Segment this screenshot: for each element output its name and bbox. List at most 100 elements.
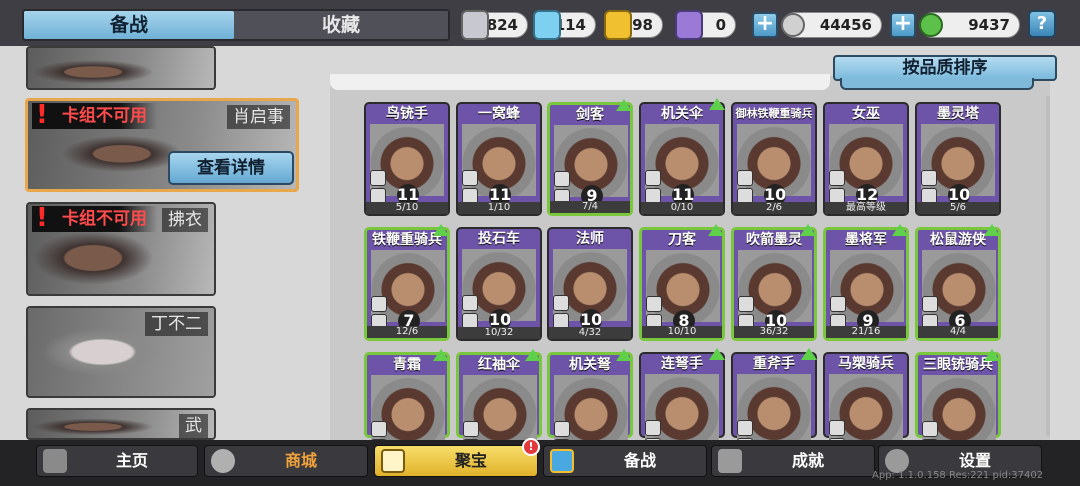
unit-progress: 5/10 [366, 202, 448, 214]
silver-coin-icon [781, 13, 805, 37]
unit-card[interactable]: 投石车 10 10/32 [456, 227, 542, 341]
upgrade-arrow-icon [525, 349, 541, 361]
hero-name: 拂衣 [162, 208, 208, 232]
hero-portrait [28, 48, 214, 88]
unit-type-icon [463, 421, 479, 437]
resource-silver-coin: 44456 [781, 12, 882, 38]
unit-progress: 12/6 [367, 326, 447, 338]
tab-prepare[interactable]: 备战 [24, 11, 234, 39]
upgrade-arrow-icon [708, 224, 724, 236]
upgrade-arrow-icon [709, 348, 725, 360]
hero-card[interactable]: 丁不二 [26, 306, 216, 398]
hero-card[interactable]: ! 卡组不可用 拂衣 [26, 202, 216, 296]
resource-value: 824 [486, 16, 518, 34]
unit-card[interactable]: 三眼铳骑兵 [915, 349, 1001, 455]
resource-blue-crystal: 114 [533, 10, 596, 40]
hero-card[interactable]: 武 [26, 408, 216, 440]
unit-name: 法师 [576, 231, 604, 247]
add-silver-button[interactable]: + [752, 12, 778, 38]
nav-achievements[interactable]: 成就 [711, 445, 875, 477]
nav-home[interactable]: 主页 [36, 445, 198, 477]
unit-progress: 21/16 [826, 326, 906, 338]
unit-card[interactable]: 松鼠游侠 6 4/4 [915, 224, 1001, 341]
help-button[interactable]: ? [1028, 10, 1056, 38]
resource-purple-ticket: 0 [675, 10, 736, 40]
purple-ticket-icon [675, 10, 703, 40]
unit-type-icon [554, 171, 570, 187]
deck-unavailable-warning: ! 卡组不可用 [32, 205, 157, 232]
unit-card[interactable]: 一窝蜂 11 1/10 [456, 102, 542, 216]
unit-type-icon [829, 170, 845, 186]
unit-type-icon [553, 295, 569, 311]
unit-card[interactable]: 连弩手 [639, 348, 725, 454]
resource-silver-shield: 824 [461, 10, 528, 40]
upgrade-arrow-icon [892, 224, 908, 236]
unit-type-icon [371, 421, 387, 437]
nav-treasure[interactable]: 聚宝 [374, 445, 538, 477]
unit-progress: 10/10 [642, 326, 722, 338]
deck-unavailable-warning: ! 卡组不可用 [32, 100, 157, 130]
unit-card[interactable]: 红袖伞 [456, 349, 542, 455]
unit-card[interactable]: 女巫 12 最高等级 [823, 102, 909, 216]
upgrade-arrow-icon [984, 224, 1000, 236]
add-jade-button[interactable]: + [890, 12, 916, 38]
unit-card[interactable]: 马槊骑兵 [823, 352, 909, 454]
unit-card[interactable]: 铁鞭重骑兵 7 12/6 [364, 224, 450, 341]
unit-type-icon [737, 170, 753, 186]
unit-type-icon [829, 420, 845, 436]
hero-card-selected[interactable]: ! 卡组不可用 肖启事 查看详情 [25, 98, 299, 192]
gold-token-icon [604, 10, 632, 40]
nav-shop[interactable]: 商城 [204, 445, 368, 477]
jade-coin-icon [919, 13, 943, 37]
hero-name: 丁不二 [145, 312, 208, 336]
unit-type-icon [554, 421, 570, 437]
unit-card[interactable]: 墨灵塔 10 5/6 [915, 102, 1001, 216]
hero-name: 武 [179, 414, 208, 438]
view-details-button[interactable]: 查看详情 [168, 151, 294, 185]
unit-type-icon [645, 420, 661, 436]
unit-type-icon [922, 296, 938, 312]
unit-card[interactable]: 机关弩 [547, 349, 633, 455]
silver-shield-icon [461, 10, 489, 40]
unit-card[interactable]: 法师 10 4/32 [547, 227, 633, 341]
unit-name: 女巫 [852, 106, 880, 122]
unit-name: 御林铁鞭重骑兵 [735, 107, 813, 120]
unit-card[interactable]: 刀客 8 10/10 [639, 224, 725, 341]
unit-card[interactable]: 机关伞 11 0/10 [639, 98, 725, 216]
unit-type-icon [922, 421, 938, 437]
unit-type-icon [737, 420, 753, 436]
hero-name: 肖启事 [227, 105, 290, 129]
scrollbar[interactable] [1046, 96, 1050, 436]
upgrade-arrow-icon [984, 349, 1000, 361]
unit-card[interactable]: 吹箭墨灵 10 36/32 [731, 224, 817, 341]
unit-progress: 10/32 [458, 327, 540, 339]
unit-progress: 4/32 [549, 327, 631, 339]
hero-card[interactable] [26, 46, 216, 90]
upgrade-arrow-icon [800, 224, 816, 236]
tab-collection[interactable]: 收藏 [236, 11, 446, 39]
unit-progress: 36/32 [734, 326, 814, 338]
nav-prepare[interactable]: 备战 [543, 445, 707, 477]
unit-type-icon [462, 170, 478, 186]
upgrade-arrow-icon [616, 99, 632, 111]
tab-bar: 备战 收藏 [22, 9, 450, 41]
blue-crystal-icon [533, 10, 561, 40]
unit-card[interactable]: 重斧手 [731, 348, 817, 454]
unit-card[interactable]: 御林铁鞭重骑兵 10 2/6 [731, 102, 817, 216]
unit-progress: 5/6 [917, 202, 999, 214]
unit-progress: 1/10 [458, 202, 540, 214]
resource-jade-coin: 9437 [919, 12, 1020, 38]
filter-bar[interactable] [330, 74, 830, 90]
unit-card[interactable]: 剑客 9 7/4 [547, 99, 633, 216]
unit-type-icon [646, 296, 662, 312]
unit-type-icon [371, 296, 387, 312]
unit-card[interactable]: 墨将军 9 21/16 [823, 224, 909, 341]
unit-progress: 0/10 [641, 202, 723, 214]
sort-dropdown-tab[interactable] [840, 78, 1034, 90]
resource-value: 98 [632, 16, 653, 34]
unit-card[interactable]: 鸟铳手 11 5/10 [364, 102, 450, 216]
resource-value: 9437 [968, 16, 1010, 34]
warning-icon: ! [36, 100, 48, 130]
upgrade-arrow-icon [801, 348, 817, 360]
unit-card[interactable]: 青霜 [364, 349, 450, 455]
